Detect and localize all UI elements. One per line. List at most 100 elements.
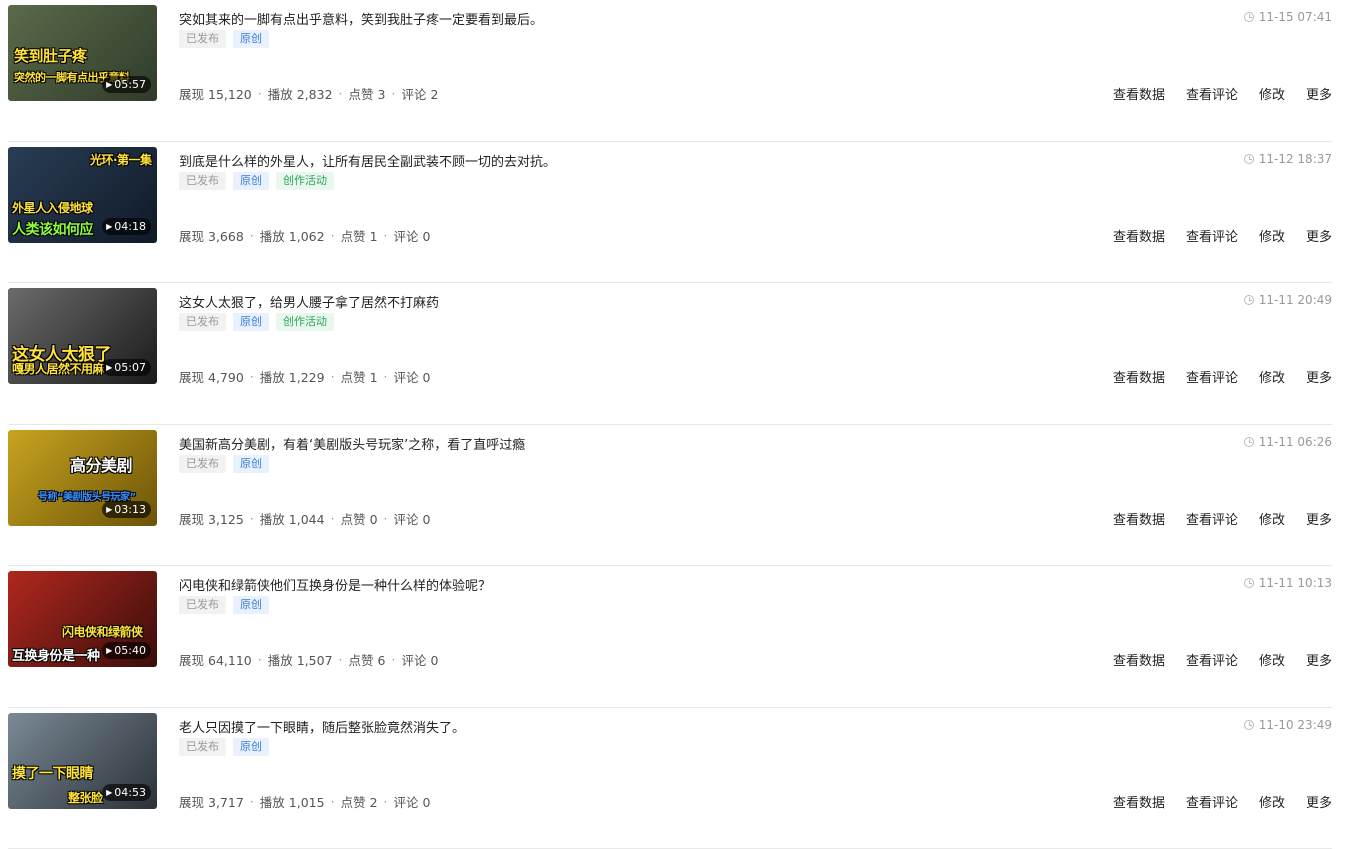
duration-badge: ▶04:18 (102, 218, 151, 235)
separator-dot: · (331, 228, 335, 243)
view-data-button[interactable]: 查看数据 (1113, 84, 1165, 103)
clock-icon (1244, 578, 1254, 588)
video-title[interactable]: 老人只因摸了一下眼睛，随后整张脸竟然消失了。 (179, 717, 465, 736)
edit-button[interactable]: 修改 (1259, 650, 1285, 669)
stat-label: 播放 (260, 370, 285, 385)
plays-stat: 播放 2,832 (268, 84, 333, 103)
video-title[interactable]: 这女人太狠了，给男人腰子拿了居然不打麻药 (179, 292, 439, 311)
edit-button[interactable]: 修改 (1259, 226, 1285, 245)
view-comments-button[interactable]: 查看评论 (1186, 509, 1238, 528)
video-title[interactable]: 闪电侠和绿箭侠他们互换身份是一种什么样的体验呢？ (179, 575, 491, 594)
stat-value: 0 (423, 370, 431, 385)
thumbnail-caption: 外星人入侵地球 (12, 199, 93, 216)
tag-group: 已发布原创创作活动 (179, 313, 334, 331)
video-stats: 展现 64,110·播放 1,507·点赞 6·评论 0 (179, 650, 438, 669)
edit-button[interactable]: 修改 (1259, 367, 1285, 386)
separator-dot: · (258, 86, 262, 101)
separator-dot: · (391, 652, 395, 667)
separator-dot: · (391, 86, 395, 101)
play-icon: ▶ (106, 642, 112, 659)
comments-stat: 评论 2 (401, 84, 438, 103)
view-comments-button[interactable]: 查看评论 (1186, 650, 1238, 669)
play-icon: ▶ (106, 784, 112, 801)
play-icon: ▶ (106, 359, 112, 376)
row-actions: 查看数据 查看评论 修改 更多 (1113, 226, 1332, 245)
video-thumbnail[interactable]: 闪电侠和绿箭侠互换身份是一种▶05:40 (8, 571, 157, 667)
stat-value: 3,668 (208, 229, 244, 244)
stat-value: 1,044 (289, 512, 325, 527)
more-button[interactable]: 更多 (1306, 226, 1332, 245)
video-stats: 展现 4,790·播放 1,229·点赞 1·评论 0 (179, 367, 430, 386)
separator-dot: · (331, 369, 335, 384)
stat-value: 6 (378, 653, 386, 668)
view-comments-button[interactable]: 查看评论 (1186, 226, 1238, 245)
row-actions: 查看数据 查看评论 修改 更多 (1113, 84, 1332, 103)
duration-text: 03:13 (114, 501, 146, 518)
thumbnail-caption: 摸了一下眼睛 (12, 763, 93, 783)
publish-time: 11-10 23:49 (1244, 718, 1332, 732)
tag-group: 已发布原创 (179, 455, 269, 473)
stat-label: 评论 (394, 370, 419, 385)
stat-value: 15,120 (208, 87, 252, 102)
thumbnail-caption: 嘎男人居然不用麻 (12, 360, 104, 377)
more-button[interactable]: 更多 (1306, 509, 1332, 528)
edit-button[interactable]: 修改 (1259, 84, 1285, 103)
video-thumbnail[interactable]: 高分美剧号称“美剧版头号玩家”▶03:13 (8, 430, 157, 526)
view-comments-button[interactable]: 查看评论 (1186, 367, 1238, 386)
stat-label: 点赞 (341, 795, 366, 810)
video-title[interactable]: 到底是什么样的外星人，让所有居民全副武装不顾一切的去对抗。 (179, 151, 556, 170)
impressions-stat: 展现 15,120 (179, 84, 252, 103)
publish-time-text: 11-11 06:26 (1259, 435, 1332, 449)
publish-time: 11-11 06:26 (1244, 435, 1332, 449)
row-actions: 查看数据 查看评论 修改 更多 (1113, 509, 1332, 528)
likes-stat: 点赞 3 (349, 84, 386, 103)
view-data-button[interactable]: 查看数据 (1113, 367, 1165, 386)
video-thumbnail[interactable]: 光环·第一集外星人入侵地球人类该如何应▶04:18 (8, 147, 157, 243)
status-tag: 已发布 (179, 738, 226, 756)
view-comments-button[interactable]: 查看评论 (1186, 84, 1238, 103)
separator-dot: · (384, 369, 388, 384)
stat-value: 0 (423, 795, 431, 810)
thumbnail-caption: 互换身份是一种 (12, 645, 100, 664)
stat-label: 点赞 (341, 229, 366, 244)
video-thumbnail[interactable]: 摸了一下眼睛整张脸▶04:53 (8, 713, 157, 809)
view-data-button[interactable]: 查看数据 (1113, 509, 1165, 528)
stat-label: 展现 (179, 512, 204, 527)
video-thumbnail[interactable]: 这女人太狠了嘎男人居然不用麻▶05:07 (8, 288, 157, 384)
duration-text: 05:57 (114, 76, 146, 93)
stat-label: 点赞 (349, 653, 374, 668)
original-tag: 原创 (233, 738, 269, 756)
stat-value: 2,832 (297, 87, 333, 102)
view-data-button[interactable]: 查看数据 (1113, 650, 1165, 669)
stat-value: 3,717 (208, 795, 244, 810)
publish-time-text: 11-10 23:49 (1259, 718, 1332, 732)
original-tag: 原创 (233, 455, 269, 473)
edit-button[interactable]: 修改 (1259, 509, 1285, 528)
tag-group: 已发布原创 (179, 596, 269, 614)
separator-dot: · (339, 652, 343, 667)
thumbnail-caption: 闪电侠和绿箭侠 (62, 623, 143, 640)
video-row: 高分美剧号称“美剧版头号玩家”▶03:13 美国新高分美剧，有着‘美剧版头号玩家’… (8, 425, 1332, 567)
status-tag: 已发布 (179, 172, 226, 190)
stat-label: 展现 (179, 87, 204, 102)
separator-dot: · (384, 228, 388, 243)
play-icon: ▶ (106, 501, 112, 518)
thumbnail-caption: 人类该如何应 (12, 219, 93, 239)
more-button[interactable]: 更多 (1306, 367, 1332, 386)
duration-badge: ▶04:53 (102, 784, 151, 801)
stat-label: 评论 (401, 653, 426, 668)
thumbnail-caption: 整张脸 (68, 789, 103, 806)
video-title[interactable]: 突如其来的一脚有点出乎意料，笑到我肚子疼一定要看到最后。 (179, 9, 543, 28)
stat-label: 评论 (394, 512, 419, 527)
stat-value: 0 (423, 229, 431, 244)
stat-value: 3,125 (208, 512, 244, 527)
view-data-button[interactable]: 查看数据 (1113, 226, 1165, 245)
more-button[interactable]: 更多 (1306, 84, 1332, 103)
stat-value: 0 (370, 512, 378, 527)
original-tag: 原创 (233, 172, 269, 190)
video-title[interactable]: 美国新高分美剧，有着‘美剧版头号玩家’之称，看了直呼过瘾 (179, 434, 525, 453)
plays-stat: 播放 1,229 (260, 367, 325, 386)
separator-dot: · (331, 794, 335, 809)
video-thumbnail[interactable]: 笑到肚子疼突然的一脚有点出乎意料▶05:57 (8, 5, 157, 101)
more-button[interactable]: 更多 (1306, 650, 1332, 669)
